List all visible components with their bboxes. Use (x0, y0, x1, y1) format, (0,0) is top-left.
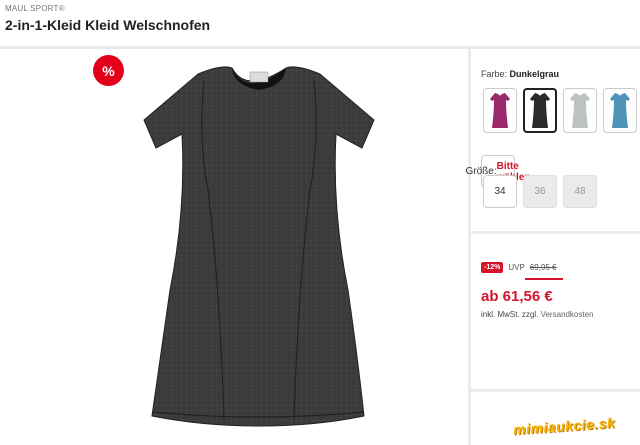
product-image-dress[interactable] (136, 60, 382, 432)
shipping-costs-link[interactable]: Versandkosten (541, 310, 594, 319)
product-header: MAUL SPORT® 2-in-1-Kleid Kleid Welschnof… (0, 0, 640, 46)
uvp-price: 69,95 € (529, 263, 557, 272)
uvp-label: UVP (508, 263, 525, 272)
panel-divider-bottom (471, 389, 640, 392)
selected-color-name: Dunkelgrau (509, 69, 560, 79)
swatch-light-grey[interactable] (563, 88, 597, 133)
size-option-34[interactable]: 34 (483, 175, 517, 208)
dress-thumbnail-icon (570, 92, 590, 128)
uvp-row: -12% UVP 69,95 € (481, 262, 557, 273)
product-options-panel: Farbe: Dunkelgrau Größe: Bitte wählen 34… (465, 49, 640, 445)
swatch-dark-grey[interactable] (523, 88, 557, 133)
brand-name[interactable]: MAUL SPORT® (5, 4, 65, 13)
color-label-row: Farbe: Dunkelgrau (481, 69, 559, 79)
size-options: 34 36 48 (483, 175, 597, 208)
dress-thumbnail-icon (530, 92, 550, 128)
sale-badge: % (93, 55, 124, 86)
swatch-berry[interactable] (483, 88, 517, 133)
swatch-blue[interactable] (603, 88, 637, 133)
size-option-48[interactable]: 48 (563, 175, 597, 208)
color-label: Farbe: (481, 69, 508, 79)
discount-badge: -12% (481, 262, 504, 273)
dress-thumbnail-icon (610, 92, 630, 128)
dress-thumbnail-icon (490, 92, 510, 128)
current-price: ab 61,56 € (481, 288, 553, 305)
uvp-underline (525, 278, 563, 280)
product-title: 2-in-1-Kleid Kleid Welschnofen (5, 17, 211, 33)
tax-info: inkl. MwSt. zzgl. Versandkosten (481, 310, 594, 319)
color-swatches (483, 88, 637, 133)
tax-text: inkl. MwSt. zzgl. (481, 310, 539, 319)
size-option-36[interactable]: 36 (523, 175, 557, 208)
panel-divider (471, 231, 640, 234)
